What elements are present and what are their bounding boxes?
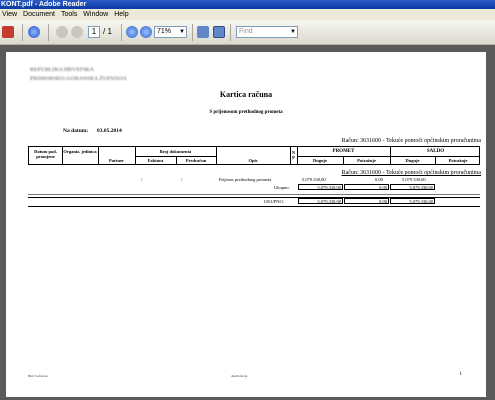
col-opis: Opis (248, 158, 258, 163)
col-np: N P (291, 150, 296, 160)
table-header: Datum pod. promjene Organiz. jedinica Pa… (28, 146, 480, 165)
col-saldo: SALDO (426, 149, 445, 154)
previous-page-icon[interactable] (56, 26, 68, 38)
col-duguje-saldo: Duguje (405, 158, 420, 163)
toolbar-separator (48, 24, 49, 41)
org-line: REPUBLIKA HRVATSKA (30, 67, 94, 73)
row-divider (28, 194, 480, 195)
zoom-level-select[interactable]: 71% ▼ (154, 26, 187, 38)
collaborate-icon[interactable] (28, 26, 40, 38)
col-broj: Broj dokumenta (159, 149, 192, 154)
page-number-input[interactable]: 1 (88, 26, 100, 38)
menu-bar: View Document Tools Window Help (0, 9, 495, 20)
col-partner: Partner (109, 158, 124, 163)
ukupno-label: Ukupno: (274, 185, 290, 190)
toolbar-separator (121, 24, 122, 41)
page-count: / 1 (103, 27, 112, 36)
next-page-icon[interactable] (71, 26, 83, 38)
footer-center: dardlom.rpt (231, 374, 248, 378)
fit-width-icon[interactable] (213, 26, 225, 38)
toolbar-separator (192, 24, 193, 41)
pdf-page: REPUBLIKA HRVATSKA PRIMORSKO-GORANSKA ŽU… (6, 52, 486, 397)
col-faktura: Faktura (147, 158, 164, 163)
col-promet: PROMET (332, 149, 355, 154)
col-datum: Datum pod. promjene (34, 149, 57, 159)
ukupno-potrazuje: 0,00 (344, 184, 389, 190)
footer-left: Bird Software (28, 374, 48, 378)
menu-view[interactable]: View (0, 9, 21, 20)
toolbar-separator (22, 24, 23, 41)
document-subtitle: S prijenosom prethodnog prometa (209, 110, 283, 115)
ukupno-saldo: 5.079.330,00 (390, 184, 435, 190)
menu-window[interactable]: Window (81, 9, 112, 20)
toolbar-separator (230, 24, 231, 41)
chevron-down-icon: ▼ (179, 29, 185, 35)
window-title: KONT.pdf - Adobe Reader (0, 0, 495, 9)
organization-header: REPUBLIKA HRVATSKA PRIMORSKO-GORANSKA ŽU… (30, 66, 170, 84)
account-header: Račun: 3631600 - Tekuće pomoći općinskim… (341, 138, 481, 144)
prijenos-saldo: 5.079.330,00 (402, 177, 426, 182)
col-potrazuje: Potražuje (357, 158, 376, 163)
document-title: Kartica računa (219, 90, 273, 99)
total-label: UKUPNO: (264, 199, 285, 204)
row-slash: / (181, 177, 183, 182)
row-divider (28, 206, 480, 207)
menu-help[interactable]: Help (112, 9, 132, 20)
total-duguje: 5.079.330,00 (298, 198, 343, 204)
col-predracun: Predračun (185, 158, 207, 163)
find-placeholder: Find (239, 28, 253, 35)
toolbar: 1 / 1 71% ▼ Find ▼ (0, 20, 495, 45)
document-area[interactable]: REPUBLIKA HRVATSKA PRIMORSKO-GORANSKA ŽU… (0, 45, 495, 400)
org-line: PRIMORSKO-GORANSKA ŽUPANIJA (30, 76, 127, 82)
header-divider (297, 156, 480, 157)
col-potrazuje-saldo: Potražuje (448, 158, 468, 163)
prijenos-duguje: 5.079.330,00 (302, 177, 326, 182)
zoom-level-value: 71% (157, 28, 172, 35)
fit-page-icon[interactable] (197, 26, 209, 38)
find-input[interactable]: Find ▼ (236, 26, 298, 38)
menu-document[interactable]: Document (21, 9, 59, 20)
menu-tools[interactable]: Tools (59, 9, 81, 20)
prijenos-label: Prijenos prethodnog prometa (219, 177, 272, 182)
col-duguje: Duguje (312, 158, 327, 163)
ukupno-duguje: 5.079.330,00 (298, 184, 343, 190)
page-number: 1 (459, 372, 463, 377)
col-org: Organiz. jedinica (63, 149, 97, 154)
date-value: 03.05.2014 (97, 128, 122, 134)
account-line: Račun: 3631600 - Tekuće pomoći općinskim… (341, 170, 481, 176)
row-slash: / (141, 177, 143, 182)
create-pdf-icon[interactable] (2, 26, 14, 38)
zoom-out-icon[interactable] (126, 26, 138, 38)
zoom-in-icon[interactable] (140, 26, 152, 38)
prijenos-potrazuje: 0,00 (375, 177, 383, 182)
chevron-down-icon: ▼ (290, 29, 296, 35)
date-label: Na datum: (63, 128, 89, 134)
total-saldo: 5.079.330,00 (390, 198, 435, 204)
total-potrazuje: 0,00 (344, 198, 389, 204)
